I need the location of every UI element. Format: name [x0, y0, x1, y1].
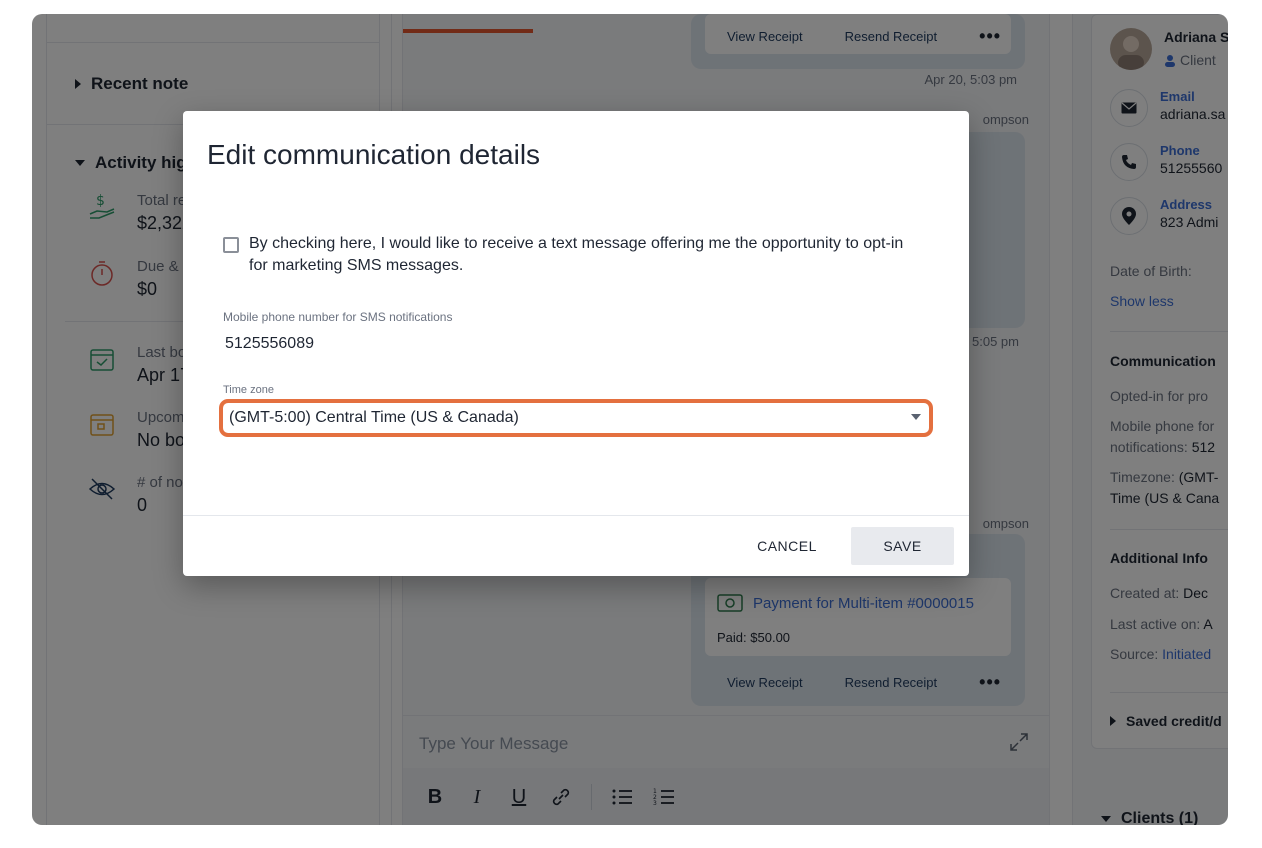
- sms-optin-checkbox[interactable]: [223, 237, 239, 253]
- dropdown-arrow-icon: [911, 414, 921, 420]
- mobile-field[interactable]: 5125556089: [225, 335, 314, 353]
- edit-communication-dialog: Edit communication details By checking h…: [183, 111, 969, 576]
- sms-optin-label[interactable]: By checking here, I would like to receiv…: [249, 233, 923, 277]
- save-button[interactable]: SAVE: [851, 527, 954, 565]
- dialog-title: Edit communication details: [207, 139, 541, 170]
- sms-optin-row: By checking here, I would like to receiv…: [223, 233, 923, 277]
- timezone-selected-value: (GMT-5:00) Central Time (US & Canada): [229, 409, 519, 426]
- dialog-footer-divider: [183, 515, 969, 516]
- timezone-field-label: Time zone: [223, 384, 274, 396]
- timezone-select[interactable]: (GMT-5:00) Central Time (US & Canada): [219, 399, 933, 437]
- cancel-button[interactable]: CANCEL: [747, 527, 827, 565]
- mobile-field-label: Mobile phone number for SMS notification…: [223, 310, 453, 324]
